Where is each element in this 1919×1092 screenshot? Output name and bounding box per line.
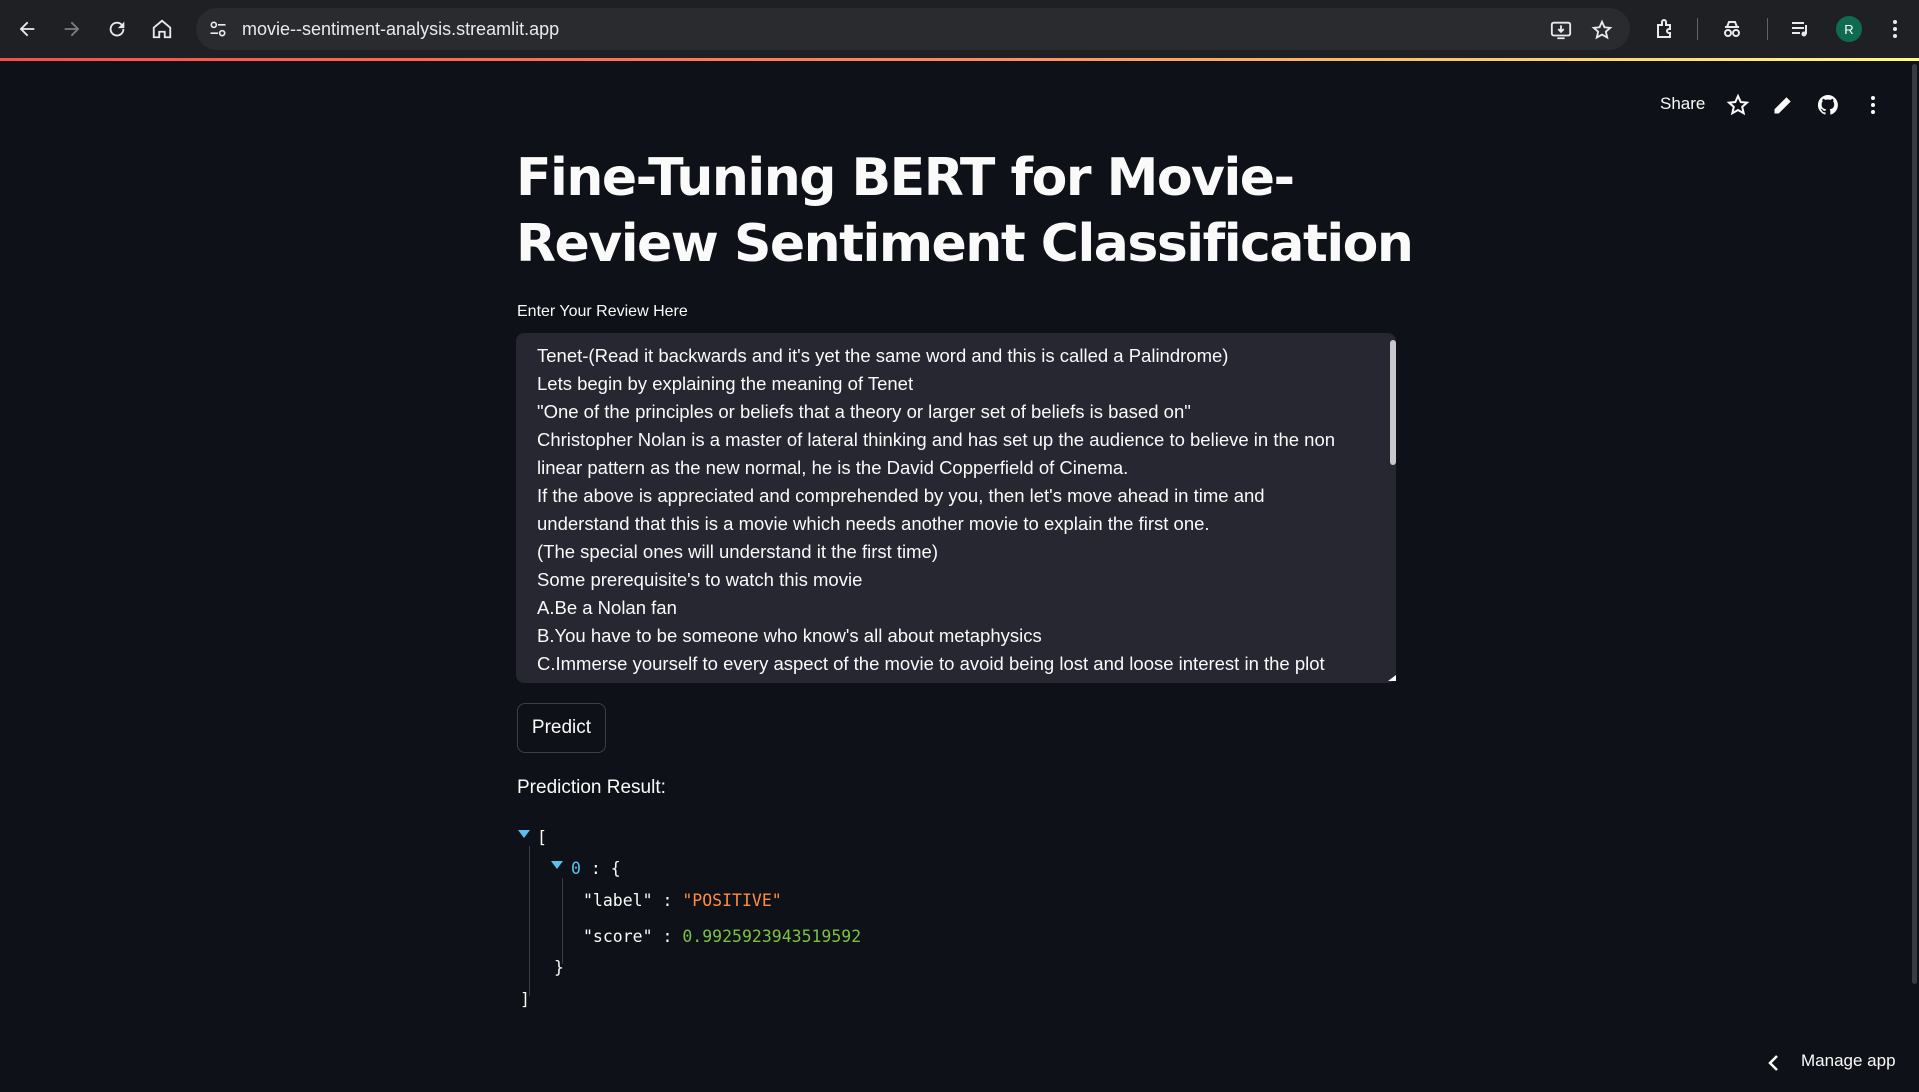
incognito-icon[interactable] bbox=[1720, 17, 1744, 41]
toolbar-divider bbox=[1697, 18, 1698, 40]
github-icon[interactable] bbox=[1816, 93, 1840, 117]
streamlit-decoration-bar bbox=[0, 58, 1919, 61]
install-app-icon[interactable] bbox=[1550, 19, 1572, 41]
review-input-label: Enter Your Review Here bbox=[517, 303, 688, 320]
bookmark-star-icon[interactable] bbox=[1591, 19, 1613, 41]
site-settings-icon[interactable] bbox=[208, 19, 228, 39]
url-text[interactable]: movie--sentiment-analysis.streamlit.app bbox=[242, 19, 559, 40]
profile-avatar[interactable]: R bbox=[1836, 16, 1862, 42]
share-button[interactable]: Share bbox=[1660, 94, 1705, 114]
json-score-value: 0.9925923943519592 bbox=[682, 927, 862, 946]
favorite-star-icon[interactable] bbox=[1726, 93, 1750, 117]
json-open-bracket: [ bbox=[537, 828, 547, 847]
back-icon[interactable] bbox=[10, 12, 44, 46]
address-bar[interactable]: movie--sentiment-analysis.streamlit.app bbox=[196, 8, 1630, 50]
home-icon[interactable] bbox=[145, 12, 179, 46]
media-queue-icon[interactable] bbox=[1789, 17, 1813, 41]
chevron-left-icon[interactable] bbox=[1765, 1052, 1783, 1074]
browser-toolbar: movie--sentiment-analysis.streamlit.app … bbox=[0, 0, 1919, 58]
manage-app-button[interactable]: Manage app bbox=[1801, 1051, 1896, 1071]
json-score-key: "score" bbox=[583, 927, 653, 946]
toolbar-divider bbox=[1767, 18, 1768, 40]
json-index: 0 bbox=[571, 859, 581, 878]
page-title: Fine-Tuning BERT for Movie-Review Sentim… bbox=[516, 148, 1414, 274]
json-score-row: "score" : 0.9925923943519592 bbox=[583, 927, 862, 946]
page-scrollbar[interactable] bbox=[1912, 64, 1917, 984]
app-menu-icon[interactable] bbox=[1861, 93, 1885, 117]
predict-button[interactable]: Predict bbox=[517, 703, 606, 753]
reload-icon[interactable] bbox=[100, 12, 134, 46]
edit-pencil-icon[interactable] bbox=[1771, 93, 1795, 117]
extensions-icon[interactable] bbox=[1654, 17, 1678, 41]
browser-menu-icon[interactable] bbox=[1883, 17, 1907, 41]
collapse-object-caret-icon[interactable] bbox=[551, 861, 563, 869]
review-textarea[interactable]: Tenet-(Read it backwards and it's yet th… bbox=[516, 333, 1396, 683]
json-label-key: "label" bbox=[583, 891, 653, 910]
review-text[interactable]: Tenet-(Read it backwards and it's yet th… bbox=[537, 342, 1357, 678]
json-close-bracket: ] bbox=[520, 990, 530, 1009]
json-object-header: 0 : { bbox=[571, 859, 621, 878]
forward-icon[interactable] bbox=[55, 12, 89, 46]
textarea-scrollbar[interactable] bbox=[1390, 340, 1396, 465]
prediction-result-label: Prediction Result: bbox=[517, 777, 666, 798]
json-close-brace: } bbox=[554, 958, 564, 977]
collapse-array-caret-icon[interactable] bbox=[518, 830, 530, 838]
json-label-value: "POSITIVE" bbox=[682, 891, 782, 910]
json-indent-guide bbox=[529, 846, 530, 996]
json-indent-guide bbox=[562, 878, 563, 964]
json-label-row: "label" : "POSITIVE" bbox=[583, 891, 782, 910]
